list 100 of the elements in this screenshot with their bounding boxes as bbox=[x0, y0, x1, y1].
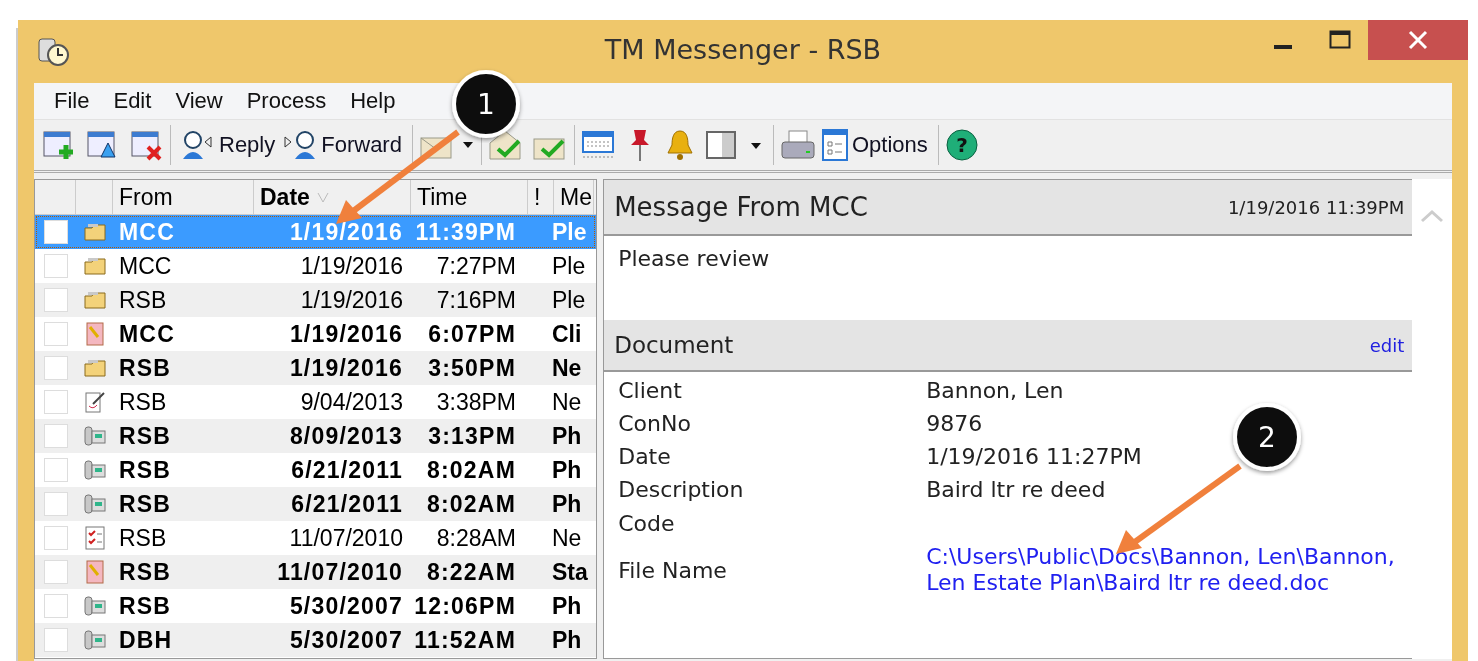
reply-button[interactable]: Reply bbox=[177, 127, 280, 163]
phone-icon bbox=[82, 459, 107, 481]
options-icon bbox=[819, 128, 850, 162]
date-text: 5/30/2007 bbox=[289, 626, 403, 653]
checkbox[interactable] bbox=[43, 288, 68, 312]
message-text: Ne bbox=[552, 388, 582, 415]
message-row[interactable]: RSB 6/21/2011 8:02AM Ph bbox=[35, 453, 597, 487]
options-button[interactable]: Options bbox=[815, 126, 932, 164]
envelope-check-icon[interactable] bbox=[487, 129, 524, 161]
message-row[interactable]: MCC 1/19/2016 6:07PM Cli bbox=[35, 317, 597, 351]
sender-text: RSB bbox=[119, 388, 167, 415]
time-text: 8:02AM bbox=[427, 456, 516, 483]
sender-text: MCC bbox=[119, 320, 175, 347]
sender-text: RSB bbox=[119, 592, 172, 619]
date-text: 1/19/2016 bbox=[289, 320, 403, 347]
phone-icon bbox=[82, 493, 107, 515]
close-button[interactable] bbox=[1368, 20, 1468, 60]
edit-link[interactable]: edit bbox=[1369, 334, 1405, 356]
message-row[interactable]: RSB 9/04/2013 3:38PM Ne bbox=[35, 385, 597, 419]
date-text: 5/30/2007 bbox=[289, 592, 403, 619]
time-text: 3:13PM bbox=[428, 422, 516, 449]
sender-text: MCC bbox=[119, 218, 175, 245]
message-text: Cli bbox=[552, 320, 582, 347]
date-text: 1/19/2016 bbox=[289, 218, 403, 245]
callout-badge: 1 bbox=[452, 70, 520, 138]
message-row[interactable]: RSB 8/09/2013 3:13PM Ph bbox=[35, 419, 597, 453]
printer-icon[interactable] bbox=[779, 129, 816, 161]
bell-icon[interactable] bbox=[664, 128, 695, 162]
window-icon[interactable] bbox=[580, 129, 615, 161]
delete-message-icon[interactable] bbox=[130, 129, 164, 161]
message-row[interactable]: RSB 1/19/2016 7:16PM Ple bbox=[35, 283, 597, 317]
column-header[interactable]: Time bbox=[411, 180, 528, 214]
column-header[interactable]: ! bbox=[528, 180, 554, 214]
date-text: 8/09/2013 bbox=[289, 422, 403, 449]
folder-icon bbox=[82, 290, 107, 310]
checkbox[interactable] bbox=[43, 390, 68, 414]
message-text: Ne bbox=[552, 354, 582, 381]
time-text: 12:06PM bbox=[414, 592, 516, 619]
checklist-icon bbox=[83, 526, 106, 550]
message-row[interactable]: RSB 5/30/2007 12:06PM Ph bbox=[35, 589, 597, 623]
sender-text: MCC bbox=[119, 252, 172, 279]
message-text: Ph bbox=[552, 592, 582, 619]
message-row[interactable]: RSB 1/19/2016 3:50PM Ne bbox=[35, 351, 597, 385]
message-row[interactable]: RSB 11/07/2010 8:28AM Ne bbox=[35, 521, 597, 555]
time-text: 6:07PM bbox=[428, 320, 516, 347]
message-row[interactable]: RSB 11/07/2010 8:22AM Sta bbox=[35, 555, 597, 589]
forward-button[interactable]: Forward bbox=[279, 127, 406, 163]
checkbox[interactable] bbox=[43, 594, 68, 618]
maximize-icon bbox=[1328, 30, 1351, 50]
message-text: Sta bbox=[552, 558, 588, 585]
field-label: Description bbox=[618, 477, 745, 502]
field-label: Client bbox=[618, 378, 683, 403]
menu-item[interactable]: View bbox=[163, 88, 235, 114]
column-header[interactable]: From bbox=[113, 180, 254, 214]
date-text: 1/19/2016 bbox=[289, 354, 403, 381]
phone-icon bbox=[82, 629, 107, 651]
checkbox[interactable] bbox=[43, 356, 68, 380]
checkbox[interactable] bbox=[43, 560, 68, 584]
edit-note-icon bbox=[82, 390, 107, 414]
help-icon[interactable]: ? bbox=[944, 128, 979, 162]
field-value: 9876 bbox=[926, 411, 984, 436]
checkbox[interactable] bbox=[43, 220, 68, 244]
sender-text: DBH bbox=[119, 626, 173, 653]
minimize-icon bbox=[1273, 45, 1292, 49]
new-message-icon[interactable] bbox=[42, 129, 76, 161]
checkbox[interactable] bbox=[43, 628, 68, 652]
message-row[interactable]: DBH 5/30/2007 11:52AM Ph bbox=[35, 623, 597, 657]
checkbox[interactable] bbox=[43, 492, 68, 516]
menu-item[interactable]: File bbox=[42, 88, 102, 114]
field-value: Baird ltr re deed bbox=[926, 477, 1107, 502]
column-header[interactable]: Me bbox=[554, 180, 594, 214]
message-text: Ple bbox=[552, 252, 586, 279]
checkbox[interactable] bbox=[43, 526, 68, 550]
note-icon bbox=[83, 560, 106, 584]
checkbox[interactable] bbox=[43, 322, 68, 346]
sender-text: RSB bbox=[119, 456, 172, 483]
time-text: 7:27PM bbox=[436, 252, 516, 279]
menu-item[interactable]: Process bbox=[234, 88, 339, 114]
scroll-up-icon[interactable] bbox=[1420, 209, 1445, 223]
menu-item[interactable]: Help bbox=[338, 88, 408, 114]
time-text: 11:52AM bbox=[414, 626, 516, 653]
sender-text: RSB bbox=[119, 422, 172, 449]
time-text: 11:39PM bbox=[415, 218, 516, 245]
date-text: 11/07/2010 bbox=[277, 558, 403, 585]
sort-icon bbox=[315, 190, 330, 204]
checkbox[interactable] bbox=[43, 424, 68, 448]
checkbox[interactable] bbox=[43, 254, 68, 278]
file-link[interactable]: C:\Users\Public\Docs\Bannon, Len\Bannon, Len Estate Plan\Baird ltr re deed.doc bbox=[926, 544, 1403, 596]
close-icon bbox=[1408, 30, 1428, 50]
folder-icon bbox=[82, 222, 107, 242]
date-text: 6/21/2011 bbox=[291, 490, 403, 517]
message-row[interactable]: RSB 6/21/2011 8:02AM Ph bbox=[35, 487, 597, 521]
field-label: Code bbox=[618, 510, 676, 536]
message-row[interactable]: MCC 1/19/2016 7:27PM Ple bbox=[35, 249, 597, 283]
folder-icon bbox=[82, 358, 107, 378]
field-label: File Name bbox=[618, 557, 728, 583]
time-text: 3:50PM bbox=[428, 354, 516, 381]
menu-item[interactable]: Edit bbox=[101, 88, 164, 114]
checkbox[interactable] bbox=[43, 458, 68, 482]
message-text: Ph bbox=[552, 490, 582, 517]
